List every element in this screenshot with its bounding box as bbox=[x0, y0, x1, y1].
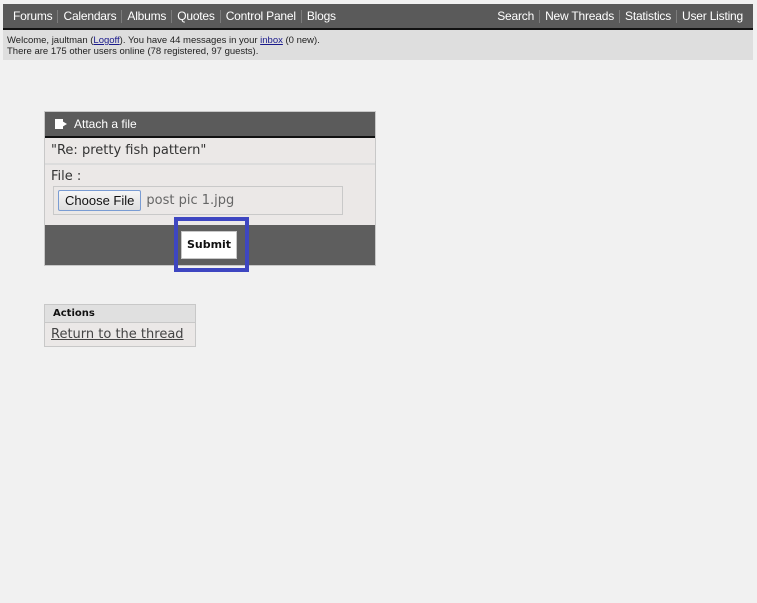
return-to-thread-link[interactable]: Return to the thread bbox=[45, 323, 195, 346]
nav-albums[interactable]: Albums bbox=[122, 9, 171, 23]
page: Forums Calendars Albums Quotes Control P… bbox=[3, 4, 753, 60]
welcome-messages-text: ). You have 44 messages in your bbox=[119, 35, 261, 46]
attach-file-panel: Attach a file "Re: pretty fish pattern" … bbox=[44, 111, 376, 272]
nav-right: Search New Threads Statistics User Listi… bbox=[487, 9, 753, 23]
submit-row: Submit bbox=[45, 217, 375, 272]
nav-forums[interactable]: Forums bbox=[8, 9, 57, 23]
nav-quotes[interactable]: Quotes bbox=[172, 9, 220, 23]
welcome-text: Welcome, jaultman ( bbox=[7, 35, 94, 46]
welcome-new-count: (0 new). bbox=[282, 35, 320, 46]
attach-panel-header: Attach a file bbox=[45, 112, 375, 138]
welcome-bar: Welcome, jaultman (Logoff). You have 44 … bbox=[3, 30, 753, 60]
selected-file-name: post pic 1.jpg bbox=[146, 193, 235, 208]
file-input[interactable]: Choose File post pic 1.jpg bbox=[53, 186, 343, 215]
nav-left: Forums Calendars Albums Quotes Control P… bbox=[3, 9, 346, 23]
nav-user-listing[interactable]: User Listing bbox=[677, 9, 748, 23]
attach-file-icon bbox=[55, 119, 69, 129]
actions-panel: Actions Return to the thread bbox=[44, 304, 196, 347]
attach-panel-title: Attach a file bbox=[74, 117, 137, 131]
actions-header: Actions bbox=[45, 305, 195, 323]
submit-button[interactable]: Submit bbox=[181, 231, 237, 259]
choose-file-button[interactable]: Choose File bbox=[58, 190, 142, 211]
file-label: File : bbox=[51, 169, 82, 184]
top-navbar: Forums Calendars Albums Quotes Control P… bbox=[3, 4, 753, 30]
nav-new-threads[interactable]: New Threads bbox=[540, 9, 619, 23]
nav-statistics[interactable]: Statistics bbox=[620, 9, 676, 23]
welcome-line: Welcome, jaultman (Logoff). You have 44 … bbox=[7, 35, 753, 46]
inbox-link[interactable]: inbox bbox=[260, 35, 283, 46]
logoff-link[interactable]: Logoff bbox=[93, 35, 119, 46]
nav-blogs[interactable]: Blogs bbox=[302, 9, 341, 23]
thread-title: "Re: pretty fish pattern" bbox=[45, 138, 375, 165]
nav-calendars[interactable]: Calendars bbox=[58, 9, 121, 23]
online-users-text: There are 175 other users online (78 reg… bbox=[7, 46, 259, 57]
nav-search[interactable]: Search bbox=[492, 9, 539, 23]
nav-control-panel[interactable]: Control Panel bbox=[221, 9, 301, 23]
file-section: File : Choose File post pic 1.jpg bbox=[45, 165, 375, 225]
